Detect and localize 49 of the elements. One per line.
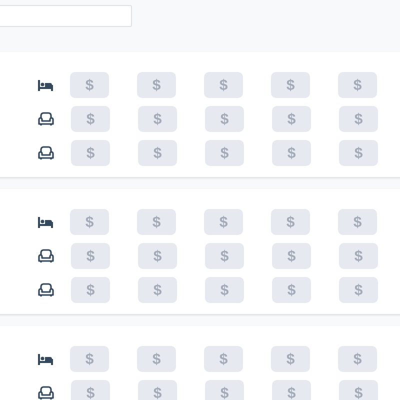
price-button[interactable]: $ [138,243,177,269]
price-button[interactable]: $ [71,380,110,400]
price-button[interactable]: $ [205,140,244,166]
price-button[interactable]: $ [71,243,110,269]
bed-icon [38,354,53,364]
price-button[interactable]: $ [71,140,110,166]
armchair-icon [38,249,54,263]
bed-icon [38,80,53,90]
price-button[interactable]: $ [71,277,110,303]
price-button[interactable]: $ [339,140,378,166]
price-button[interactable]: $ [70,72,109,98]
price-button[interactable]: $ [204,346,243,372]
price-button[interactable]: $ [205,277,244,303]
price-button[interactable]: $ [205,106,244,132]
price-button[interactable]: $ [137,209,176,235]
price-button[interactable]: $ [339,380,378,400]
price-button[interactable]: $ [339,243,378,269]
armchair-icon [38,386,54,400]
price-button[interactable]: $ [271,209,310,235]
price-button[interactable]: $ [272,106,311,132]
price-button[interactable]: $ [70,346,109,372]
price-button[interactable]: $ [138,380,177,400]
price-button[interactable]: $ [205,243,244,269]
price-button[interactable]: $ [138,106,177,132]
price-button[interactable]: $ [338,209,377,235]
price-button[interactable]: $ [272,140,311,166]
price-button[interactable]: $ [271,346,310,372]
armchair-icon [38,146,54,160]
price-button[interactable]: $ [339,277,378,303]
price-button[interactable]: $ [272,277,311,303]
price-button[interactable]: $ [338,72,377,98]
price-button[interactable]: $ [204,209,243,235]
price-button[interactable]: $ [204,72,243,98]
price-button[interactable]: $ [271,72,310,98]
price-button[interactable]: $ [272,243,311,269]
price-button[interactable]: $ [137,72,176,98]
price-button[interactable]: $ [272,380,311,400]
price-button[interactable]: $ [138,277,177,303]
price-button[interactable]: $ [339,106,378,132]
price-button[interactable]: $ [338,346,377,372]
price-button[interactable]: $ [137,346,176,372]
price-button[interactable]: $ [70,209,109,235]
price-button[interactable]: $ [71,106,110,132]
armchair-icon [38,283,54,297]
armchair-icon [38,112,54,126]
price-button[interactable]: $ [205,380,244,400]
bed-icon [38,216,53,228]
price-button[interactable]: $ [138,140,177,166]
search-field[interactable] [0,5,132,27]
